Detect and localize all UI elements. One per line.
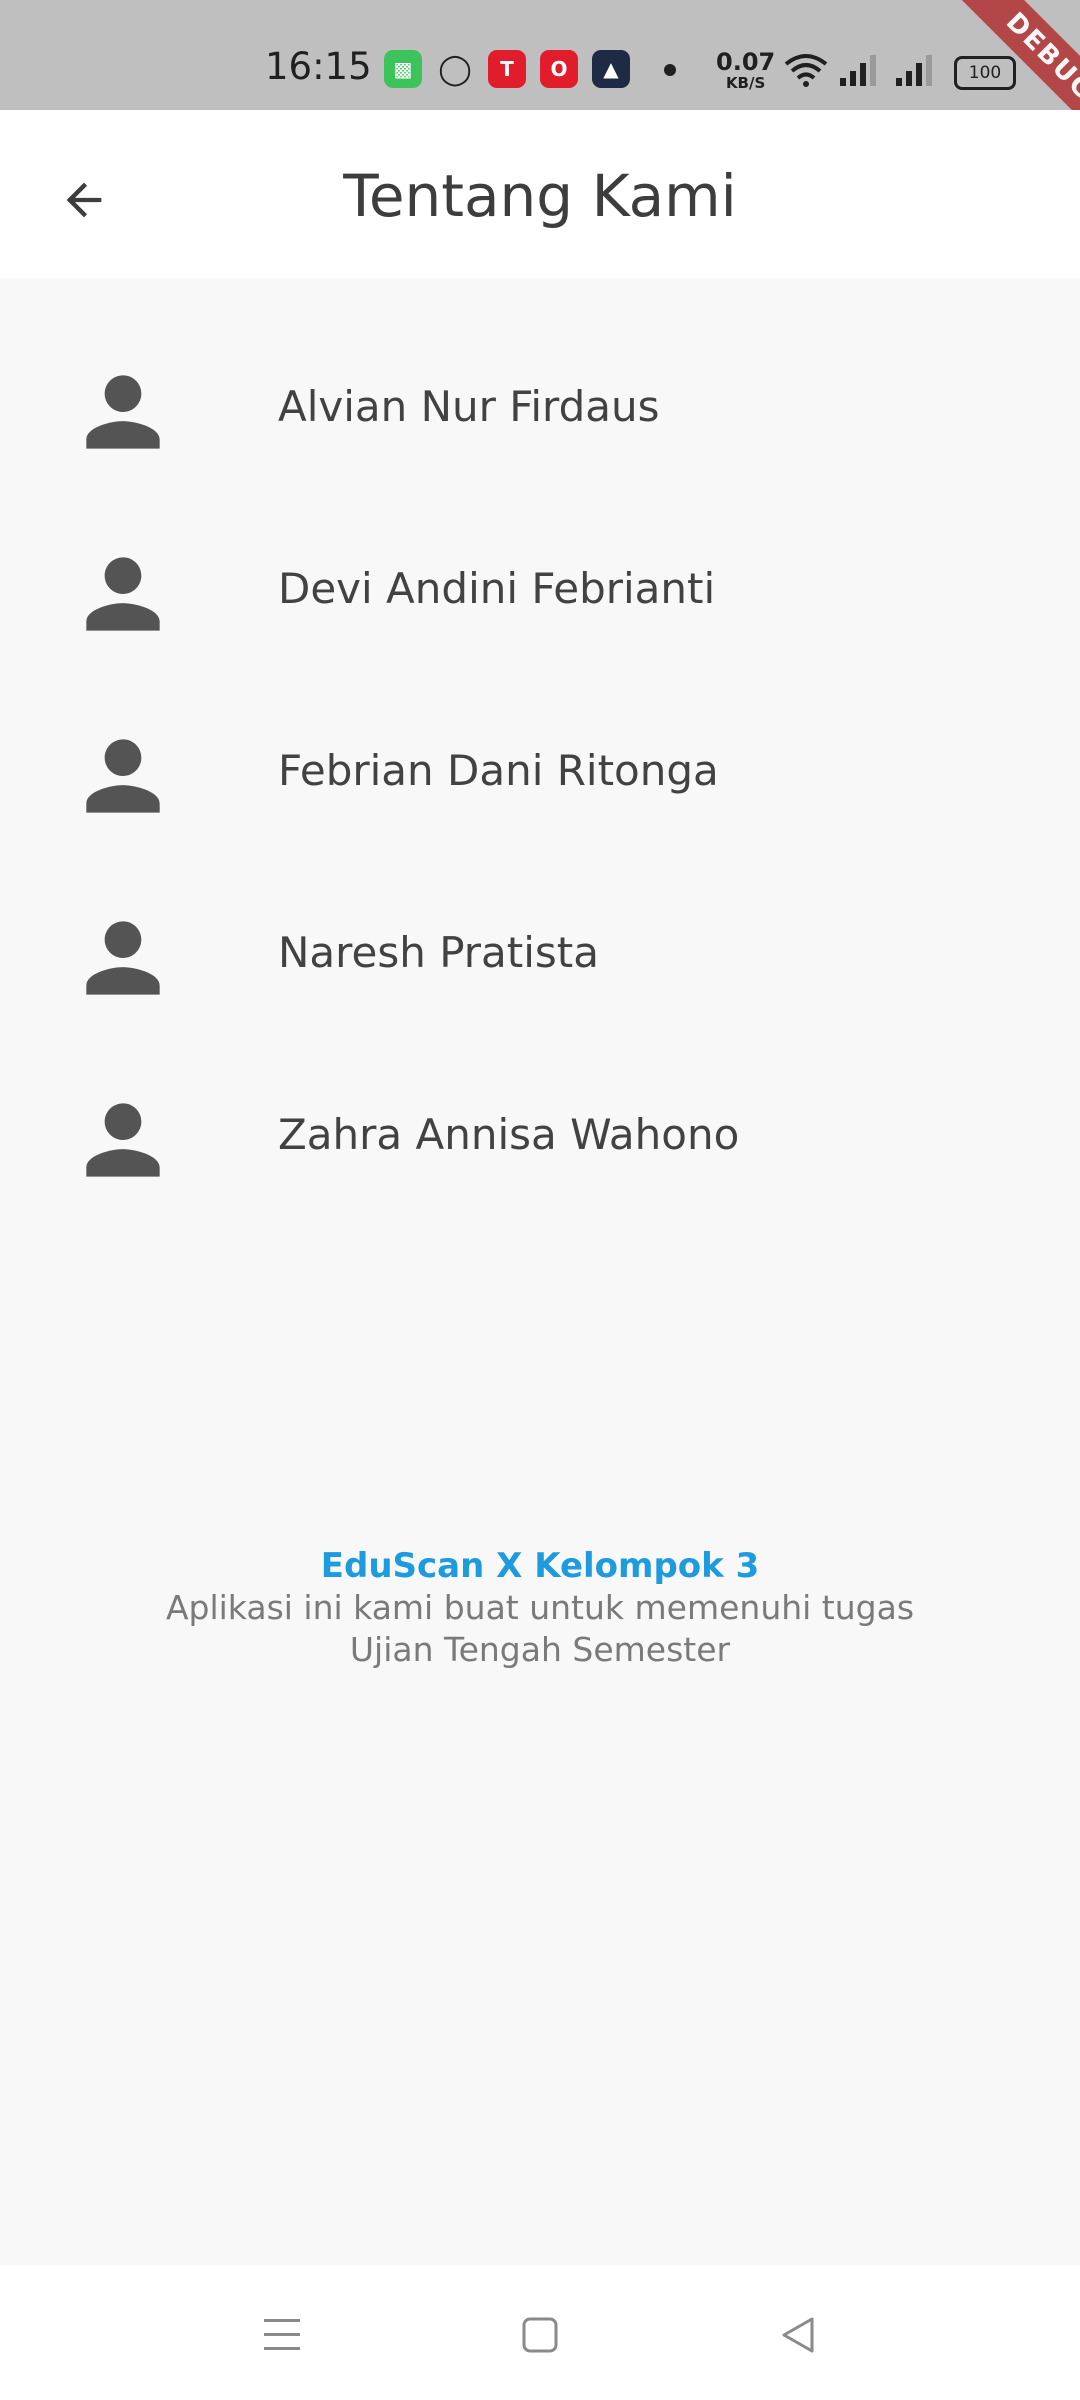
member-name: Naresh Pratista [278, 928, 600, 977]
status-time: 16:15 [265, 45, 372, 88]
triangle-back-icon [782, 2317, 814, 2353]
square-home-icon [522, 2317, 558, 2353]
signal-sim1-icon [840, 55, 876, 86]
footer-brand: EduScan X Kelompok 3 [320, 1546, 760, 1586]
list-item: Febrian Dani Ritonga [0, 679, 1080, 861]
system-back-button[interactable] [758, 2305, 838, 2365]
menu-icon [264, 2319, 300, 2350]
footer-description-line2: Ujian Tengah Semester [349, 1630, 731, 1669]
opera-icon: O [540, 50, 578, 88]
member-name: Alvian Nur Firdaus [278, 382, 660, 431]
signal-sim2-icon [896, 55, 932, 86]
page-title: Tentang Kami [343, 162, 737, 230]
more-notifications-dot-icon [664, 64, 676, 76]
wifi-icon [784, 54, 828, 87]
member-name: Febrian Dani Ritonga [278, 746, 719, 795]
member-name: Devi Andini Febrianti [278, 564, 716, 613]
list-item: Devi Andini Febrianti [0, 497, 1080, 679]
list-item: Alvian Nur Firdaus [0, 315, 1080, 497]
person-icon [86, 921, 160, 995]
status-bar: 16:15 ▩ ◯ T O ▲ 0.07 KB/S 100 DEBUG [0, 0, 1080, 110]
telkomsel-icon: T [488, 50, 526, 88]
app-notification-icon: ▩ [384, 50, 422, 88]
person-icon [86, 1103, 160, 1177]
about-footer: EduScan X Kelompok 3 Aplikasi ini kami b… [0, 1545, 1080, 1671]
network-speed-value: 0.07 [716, 48, 776, 76]
person-icon [86, 739, 160, 813]
home-button[interactable] [500, 2305, 580, 2365]
list-item: Naresh Pratista [0, 861, 1080, 1043]
list-item: Zahra Annisa Wahono [0, 1043, 1080, 1225]
person-icon [86, 557, 160, 631]
battery-icon: 100 [954, 56, 1016, 90]
network-speed: 0.07 KB/S [716, 50, 775, 91]
app-bar: Tentang Kami [0, 110, 1080, 278]
network-speed-unit: KB/S [725, 74, 766, 92]
vpn-icon: ▲ [592, 50, 630, 88]
instagram-icon: ◯ [438, 51, 472, 87]
person-icon [86, 375, 160, 449]
recent-apps-button[interactable] [242, 2305, 322, 2365]
member-name: Zahra Annisa Wahono [278, 1110, 740, 1159]
debug-banner: DEBUG [949, 0, 1080, 110]
footer-description-line1: Aplikasi ini kami buat untuk memenuhi tu… [165, 1588, 915, 1627]
system-nav-bar [0, 2265, 1080, 2400]
